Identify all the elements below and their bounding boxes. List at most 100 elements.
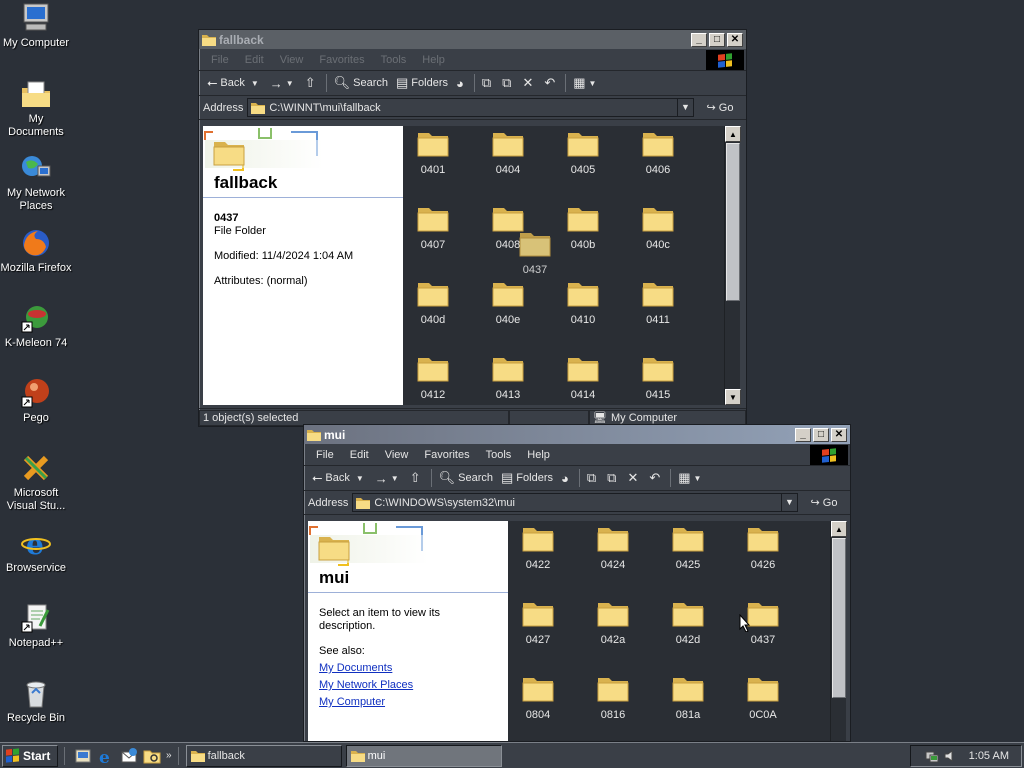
desktop-icon-pego[interactable]: Pego — [0, 377, 72, 425]
folder-item[interactable]: 040e — [478, 279, 538, 326]
dragged-folder-item[interactable]: 0437 — [505, 229, 565, 276]
up-folder-button[interactable]: ⇧ — [406, 468, 428, 489]
network-icon[interactable] — [925, 749, 939, 763]
go-button[interactable]: ↪ Go — [694, 101, 746, 115]
minimize-button[interactable]: _ — [795, 427, 811, 442]
scroll-up-arrow[interactable]: ▲ — [725, 126, 741, 142]
desktop-icon-browservice[interactable]: e Browservice — [0, 527, 72, 575]
folder-item[interactable]: 0414 — [553, 354, 613, 401]
search-button[interactable]: 🔍︎ Search — [435, 468, 497, 489]
desktop-icon-my-computer[interactable]: My Computer — [0, 2, 72, 50]
desktop-icon-network-places[interactable]: My Network Places — [0, 152, 72, 213]
copy-to-button[interactable]: ⧉ — [498, 73, 518, 94]
delete-button[interactable]: ✕ — [623, 468, 645, 489]
vertical-scrollbar[interactable]: ▲ — [830, 521, 847, 741]
menu-tools[interactable]: Tools — [478, 449, 520, 461]
task-button-mui[interactable]: mui — [345, 744, 502, 767]
menu-file[interactable]: File — [308, 449, 342, 461]
folder-item[interactable]: 0407 — [403, 204, 463, 251]
folder-item[interactable]: 040d — [403, 279, 463, 326]
folders-button[interactable]: ▤ Folders — [497, 468, 557, 489]
vertical-scrollbar[interactable]: ▲ ▼ — [724, 126, 741, 405]
undo-button[interactable]: ↶ — [540, 73, 562, 94]
desktop-icon-recycle-bin[interactable]: Recycle Bin — [0, 677, 72, 725]
scroll-up-arrow[interactable]: ▲ — [831, 521, 847, 537]
scroll-thumb[interactable] — [726, 143, 740, 301]
link-my-documents[interactable]: My Documents — [319, 662, 497, 675]
menu-favorites[interactable]: Favorites — [311, 54, 372, 66]
outlook-express-icon[interactable] — [120, 747, 138, 765]
folder-item[interactable]: 0406 — [628, 129, 688, 176]
folder-item[interactable]: 0C0A — [733, 674, 793, 721]
internet-explorer-icon[interactable]: e — [97, 747, 115, 765]
desktop-icon-firefox[interactable]: Mozilla Firefox — [0, 227, 72, 275]
folder-item[interactable]: 0422 — [508, 524, 568, 571]
folder-item[interactable]: 040c — [628, 204, 688, 251]
menu-file[interactable]: File — [203, 54, 237, 66]
folder-item[interactable]: 0412 — [403, 354, 463, 401]
start-button[interactable]: Start — [2, 744, 58, 767]
folders-button[interactable]: ▤ Folders — [392, 73, 452, 94]
forward-button[interactable]: → ▼ — [266, 73, 301, 94]
folder-item[interactable]: 0425 — [658, 524, 718, 571]
chevron-down-icon[interactable]: ▼ — [781, 494, 797, 511]
folder-item[interactable]: 0410 — [553, 279, 613, 326]
chevron-right-icon[interactable]: » — [166, 750, 172, 761]
explorer-icon[interactable] — [143, 747, 161, 765]
menu-help[interactable]: Help — [414, 54, 453, 66]
folder-item[interactable]: 0413 — [478, 354, 538, 401]
address-input[interactable]: C:\WINDOWS\system32\mui ▼ — [352, 493, 798, 512]
folder-grid[interactable]: ▲ ▼ 0401 0404 0405 0406 0407 0408 040b 040c 040d… — [403, 126, 741, 405]
maximize-button[interactable]: □ — [709, 32, 725, 47]
scroll-thumb[interactable] — [832, 538, 846, 698]
back-button[interactable]: ⭠ Back ▼ — [308, 468, 371, 489]
address-input[interactable]: C:\WINNT\mui\fallback ▼ — [247, 98, 694, 117]
scroll-down-arrow[interactable]: ▼ — [725, 389, 741, 405]
history-button[interactable]: ◕ — [452, 73, 471, 94]
volume-icon[interactable] — [943, 749, 957, 763]
task-button-fallback[interactable]: fallback — [185, 744, 342, 767]
folder-item[interactable]: 0405 — [553, 129, 613, 176]
close-button[interactable]: ✕ — [831, 427, 847, 442]
menu-view[interactable]: View — [377, 449, 417, 461]
window-titlebar[interactable]: fallback _ □ ✕ — [199, 30, 746, 49]
folder-item[interactable]: 0816 — [583, 674, 643, 721]
go-button[interactable]: ↪ Go — [798, 496, 850, 510]
views-button[interactable]: ▦ ▼ — [569, 73, 603, 94]
copy-to-button[interactable]: ⧉ — [603, 468, 623, 489]
history-button[interactable]: ◕ — [557, 468, 576, 489]
forward-button[interactable]: → ▼ — [371, 468, 406, 489]
back-button[interactable]: ⭠ Back ▼ — [203, 73, 266, 94]
views-button[interactable]: ▦ ▼ — [674, 468, 708, 489]
delete-button[interactable]: ✕ — [518, 73, 540, 94]
minimize-button[interactable]: _ — [691, 32, 707, 47]
desktop-icon-k-meleon[interactable]: K-Meleon 74 — [0, 302, 72, 350]
menu-tools[interactable]: Tools — [373, 54, 415, 66]
folder-item[interactable]: 0404 — [478, 129, 538, 176]
link-my-computer[interactable]: My Computer — [319, 696, 497, 709]
move-to-button[interactable]: ⧉ — [583, 468, 603, 489]
desktop-icon-notepadpp[interactable]: Notepad++ — [0, 602, 72, 650]
folder-item[interactable]: 042d — [658, 599, 718, 646]
chevron-down-icon[interactable]: ▼ — [677, 99, 693, 116]
folder-grid[interactable]: ▲ 0422 0424 0425 0426 0427 042a 042d 0437 0804 08… — [508, 521, 847, 741]
folder-item[interactable]: 0415 — [628, 354, 688, 401]
window-titlebar[interactable]: mui _ □ ✕ — [304, 425, 850, 444]
search-button[interactable]: 🔍︎ Search — [330, 73, 392, 94]
folder-item[interactable]: 0427 — [508, 599, 568, 646]
menu-favorites[interactable]: Favorites — [416, 449, 477, 461]
folder-item[interactable]: 042a — [583, 599, 643, 646]
folder-item[interactable]: 0424 — [583, 524, 643, 571]
folder-item[interactable]: 0411 — [628, 279, 688, 326]
folder-item[interactable]: 0426 — [733, 524, 793, 571]
folder-item[interactable]: 0401 — [403, 129, 463, 176]
folder-item[interactable]: 0804 — [508, 674, 568, 721]
up-folder-button[interactable]: ⇧ — [301, 73, 323, 94]
undo-button[interactable]: ↶ — [645, 468, 667, 489]
menu-edit[interactable]: Edit — [237, 54, 272, 66]
desktop-icon-visual-studio[interactable]: Microsoft Visual Stu... — [0, 452, 72, 513]
maximize-button[interactable]: □ — [813, 427, 829, 442]
menu-help[interactable]: Help — [519, 449, 558, 461]
close-button[interactable]: ✕ — [727, 32, 743, 47]
folder-item[interactable]: 081a — [658, 674, 718, 721]
